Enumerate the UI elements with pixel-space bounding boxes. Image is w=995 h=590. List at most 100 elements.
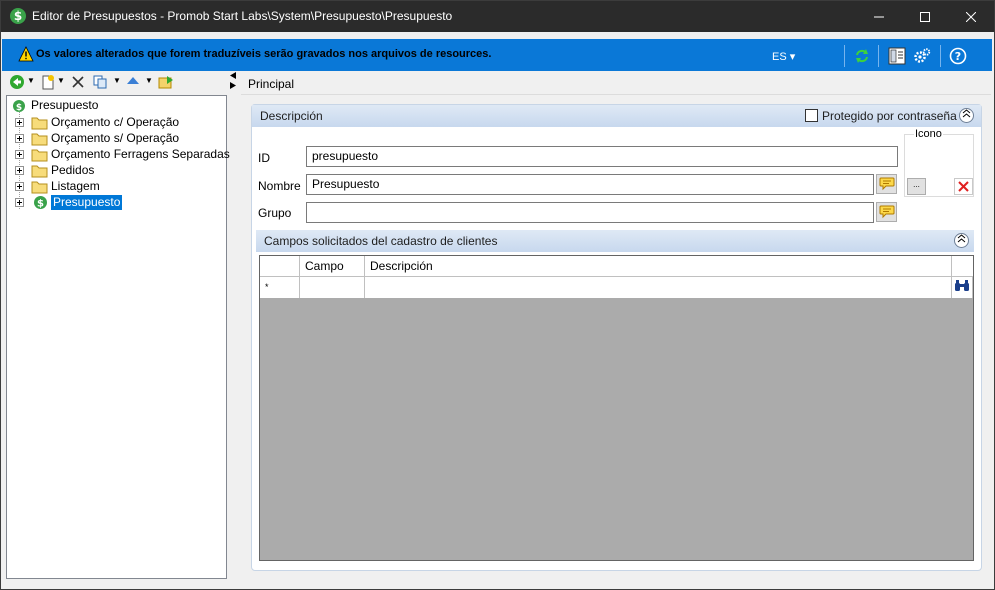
chevron-up-icon — [957, 234, 966, 243]
app-dollar-icon: $ — [10, 8, 26, 24]
tree-item[interactable]: Orçamento s/ Operação — [15, 131, 225, 147]
folder-icon — [31, 133, 48, 146]
export-icon[interactable] — [158, 74, 174, 90]
tab-bar: Principal — [241, 73, 991, 95]
grupo-translate-button[interactable] — [876, 202, 897, 222]
tree-item-label: Pedidos — [51, 163, 95, 177]
close-icon — [966, 11, 976, 22]
grid-header-campo[interactable]: Campo — [300, 256, 365, 277]
svg-text:$: $ — [16, 103, 22, 113]
expand-icon[interactable] — [15, 166, 24, 175]
nombre-translate-button[interactable] — [876, 174, 897, 194]
help-icon[interactable]: ? — [949, 47, 967, 65]
window-title: Editor de Presupuestos - Promob Start La… — [32, 9, 453, 23]
expand-icon[interactable] — [15, 118, 24, 127]
campos-title: Campos solicitados del cadastro de clien… — [264, 234, 498, 248]
splitter-arrows-icon — [230, 72, 236, 89]
grid-cell-descripcion[interactable] — [365, 277, 952, 298]
grid-cell-campo[interactable] — [300, 277, 365, 298]
copy-icon[interactable] — [92, 74, 108, 90]
id-field[interactable]: presupuesto — [306, 146, 898, 167]
expand-icon[interactable] — [15, 134, 24, 143]
presupuesto-root-icon: $ — [13, 100, 25, 113]
tree-item-selected[interactable]: $ Presupuesto — [15, 195, 225, 211]
translation-info-bar: Os valores alterados que forem traduzíve… — [2, 39, 992, 71]
move-up-icon[interactable] — [125, 74, 141, 90]
grid-new-row[interactable]: * — [260, 277, 973, 298]
language-dropdown[interactable]: ES ▾ — [772, 50, 795, 63]
nombre-label: Nombre — [258, 179, 301, 193]
tree-item-label: Orçamento Ferragens Separadas — [51, 147, 230, 161]
dollar-icon: $ — [34, 196, 47, 210]
tab-principal[interactable]: Principal — [248, 77, 294, 91]
svg-text:$: $ — [14, 9, 22, 23]
title-bar: $ Editor de Presupuestos - Promob Start … — [1, 1, 994, 32]
campos-header: Campos solicitados del cadastro de clien… — [256, 230, 974, 252]
tree-item-label: Orçamento s/ Operação — [51, 131, 180, 145]
folder-icon — [31, 181, 48, 194]
grid-header: Campo Descripción — [260, 256, 973, 277]
svg-text:?: ? — [955, 50, 961, 63]
dropdown-arrow-icon[interactable]: ▼ — [57, 76, 65, 85]
dropdown-arrow-icon[interactable]: ▼ — [113, 76, 121, 85]
speech-bubble-icon — [879, 177, 894, 191]
folder-icon — [31, 149, 48, 162]
speech-bubble-icon — [879, 205, 894, 219]
tree-root-label: Presupuesto — [31, 98, 99, 112]
layout-icon[interactable] — [888, 47, 906, 65]
protect-checkbox[interactable] — [805, 109, 818, 122]
tree-item-label: Listagem — [51, 179, 100, 193]
back-arrow-icon[interactable] — [9, 74, 25, 90]
tree-root[interactable]: $ Presupuesto — [11, 98, 221, 114]
splitter-toggle[interactable] — [229, 72, 237, 93]
tree-item[interactable]: Orçamento c/ Operação — [15, 115, 225, 131]
search-row-button[interactable] — [952, 277, 973, 298]
icono-label: Icono — [914, 128, 943, 140]
icon-browse-button[interactable]: ... — [907, 178, 926, 195]
budget-tree: $ Presupuesto Orçamento c/ Operação Orça… — [6, 95, 230, 579]
svg-text:$: $ — [37, 199, 44, 210]
dropdown-arrow-icon[interactable]: ▼ — [145, 76, 153, 85]
minimize-button[interactable] — [856, 1, 902, 32]
toolbar-separator — [844, 45, 845, 67]
minimize-icon — [874, 16, 884, 17]
new-row-marker: * — [260, 277, 300, 298]
settings-gears-icon[interactable] — [913, 47, 931, 65]
editor-window: $ Editor de Presupuestos - Promob Start … — [0, 0, 995, 590]
tree-item-label: Presupuesto — [51, 195, 123, 210]
grupo-field[interactable] — [306, 202, 874, 223]
collapse-campos-button[interactable] — [954, 233, 969, 248]
grid-header-cell — [260, 256, 300, 277]
nombre-field[interactable]: Presupuesto — [306, 174, 874, 195]
protect-label: Protegido por contraseña — [822, 109, 957, 123]
new-item-icon[interactable] — [40, 74, 56, 90]
toolbar-separator — [878, 45, 879, 67]
campos-grid: Campo Descripción * — [259, 255, 974, 561]
folder-icon — [31, 165, 48, 178]
tree-item[interactable]: Orçamento Ferragens Separadas — [15, 147, 230, 163]
maximize-button[interactable] — [902, 1, 948, 32]
collapse-descripcion-button[interactable] — [959, 108, 974, 123]
tree-item[interactable]: Listagem — [15, 179, 225, 195]
warning-icon — [18, 46, 34, 62]
refresh-icon[interactable] — [853, 47, 871, 65]
grupo-label: Grupo — [258, 206, 292, 220]
descripcion-header: Descripción Protegido por contraseña — [252, 105, 981, 127]
tree-item[interactable]: Pedidos — [15, 163, 225, 179]
toolbar-separator — [940, 45, 941, 67]
icon-clear-button[interactable] — [954, 178, 973, 195]
maximize-icon — [920, 11, 930, 22]
red-x-icon — [958, 181, 969, 192]
dropdown-arrow-icon[interactable]: ▼ — [27, 76, 35, 85]
info-message: Os valores alterados que forem traduzíve… — [36, 48, 492, 60]
id-label: ID — [258, 151, 270, 165]
expand-icon[interactable] — [15, 182, 24, 191]
close-button[interactable] — [948, 1, 994, 32]
folder-icon — [31, 117, 48, 130]
expand-icon[interactable] — [15, 150, 24, 159]
descripcion-title: Descripción — [260, 109, 323, 123]
delete-icon[interactable] — [70, 74, 86, 90]
grid-header-descripcion[interactable]: Descripción — [365, 256, 952, 277]
expand-icon[interactable] — [15, 198, 24, 207]
tree-item-label: Orçamento c/ Operação — [51, 115, 180, 129]
